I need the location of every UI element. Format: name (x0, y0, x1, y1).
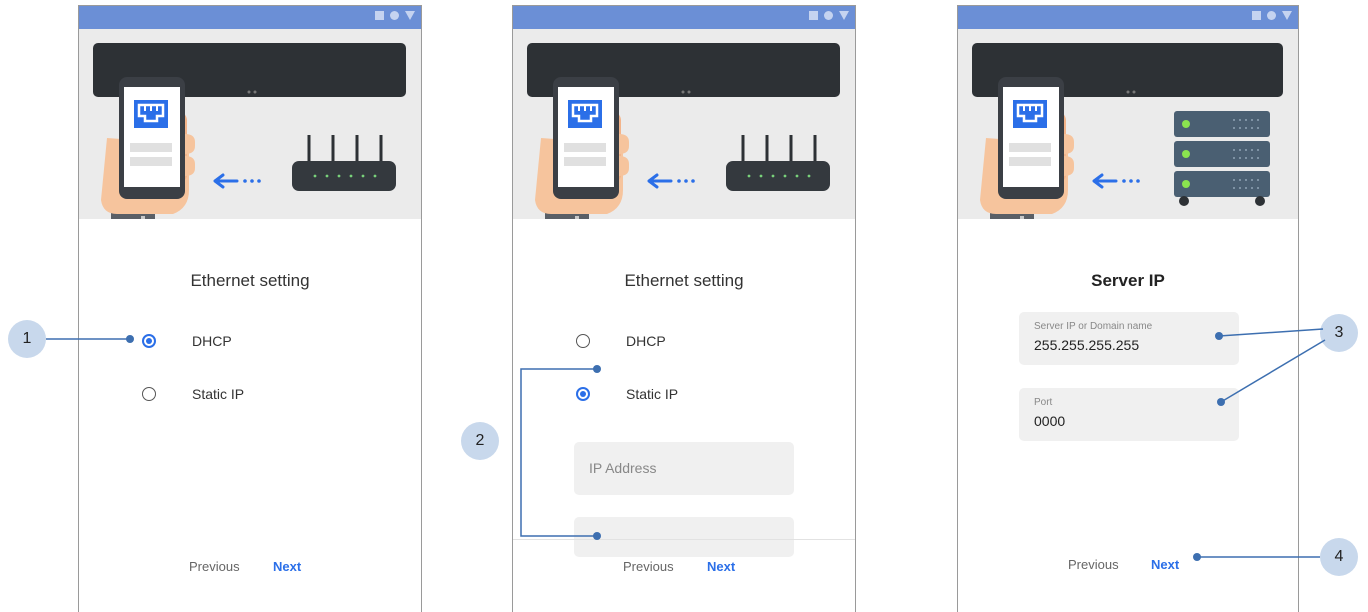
triangle-icon (1282, 11, 1292, 20)
arrow-left-icon (213, 173, 263, 189)
page-title: Server IP (1091, 271, 1165, 290)
phone-screen-server-ip: Server IP Server IP or Domain name 255.2… (957, 5, 1299, 612)
status-bar (79, 6, 421, 29)
phone-hand-icon (533, 75, 631, 219)
triangle-icon (405, 11, 415, 20)
router-icon (724, 133, 832, 193)
previous-button[interactable]: Previous (623, 559, 674, 574)
option-dhcp[interactable]: DHCP (142, 329, 232, 353)
option-label: Static IP (626, 386, 679, 402)
radio-selected-icon[interactable] (576, 387, 590, 401)
illustration (958, 29, 1298, 219)
callout-4: 4 (1320, 538, 1358, 576)
square-icon (1252, 11, 1261, 20)
ip-address-placeholder: IP Address (589, 460, 657, 476)
port-field[interactable]: Port 0000 (1019, 388, 1239, 441)
radio-selected-icon[interactable] (142, 334, 156, 348)
next-button[interactable]: Next (1151, 557, 1179, 572)
illustration (513, 29, 855, 219)
previous-button[interactable]: Previous (189, 559, 240, 574)
square-icon (375, 11, 384, 20)
option-dhcp[interactable]: DHCP (576, 329, 666, 353)
status-bar (513, 6, 855, 29)
ip-address-field[interactable]: IP Address (574, 442, 794, 495)
option-label: DHCP (626, 333, 666, 349)
phone-hand-icon (978, 75, 1076, 219)
phone-hand-icon (99, 75, 197, 219)
router-icon (290, 133, 398, 193)
next-input-field[interactable] (574, 517, 794, 557)
status-bar (958, 6, 1298, 29)
arrow-left-icon (647, 173, 697, 189)
circle-icon (824, 11, 833, 20)
page-title: Ethernet setting (624, 271, 744, 290)
circle-icon (1267, 11, 1276, 20)
server-ip-value: 255.255.255.255 (1034, 337, 1140, 353)
server-ip-label: Server IP or Domain name (1034, 321, 1153, 332)
server-ip-field[interactable]: Server IP or Domain name 255.255.255.255 (1019, 312, 1239, 365)
port-label: Port (1034, 397, 1053, 408)
radio-unselected-icon[interactable] (576, 334, 590, 348)
phone-screen-dhcp: Ethernet setting DHCP Static IP Previous… (78, 5, 422, 612)
option-label: DHCP (192, 333, 232, 349)
square-icon (809, 11, 818, 20)
callout-3: 3 (1320, 314, 1358, 352)
callout-1: 1 (8, 320, 46, 358)
phone-screen-static-ip: Ethernet setting DHCP Static IP IP Addre… (512, 5, 856, 612)
illustration (79, 29, 421, 219)
option-static-ip[interactable]: Static IP (576, 382, 678, 406)
radio-unselected-icon[interactable] (142, 387, 156, 401)
triangle-icon (839, 11, 849, 20)
callout-2: 2 (461, 422, 499, 460)
port-value: 0000 (1034, 413, 1066, 429)
option-label: Static IP (192, 386, 245, 402)
page-title: Ethernet setting (190, 271, 310, 290)
next-button[interactable]: Next (707, 559, 735, 574)
divider (513, 539, 855, 540)
next-button[interactable]: Next (273, 559, 301, 574)
server-rack-icon (1174, 111, 1270, 206)
circle-icon (390, 11, 399, 20)
arrow-left-icon (1092, 173, 1142, 189)
option-static-ip[interactable]: Static IP (142, 382, 244, 406)
previous-button[interactable]: Previous (1068, 557, 1119, 572)
